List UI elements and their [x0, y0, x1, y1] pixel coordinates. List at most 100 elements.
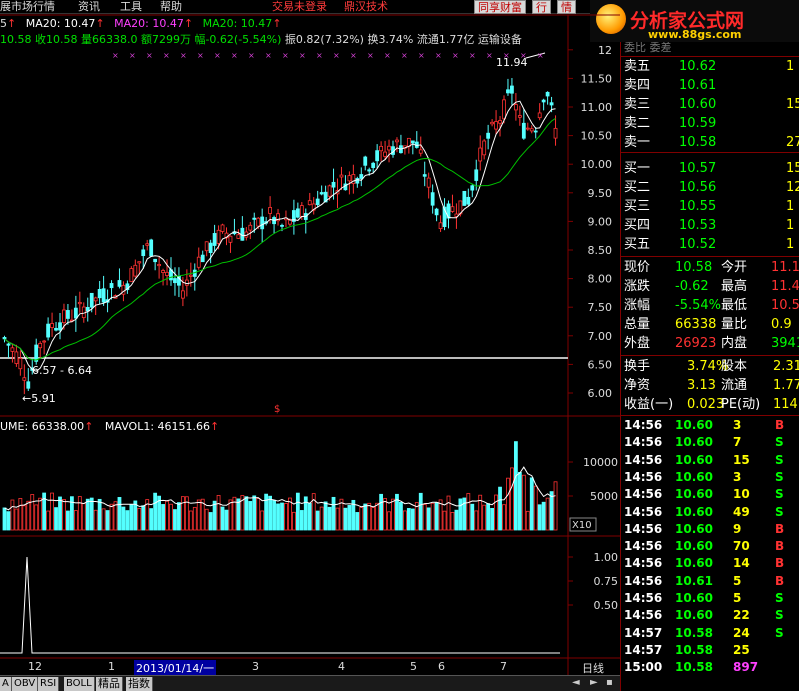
quote-row[interactable]: 外盘 26923 内盘 3941 — [621, 334, 799, 353]
signal-marker: × — [146, 51, 153, 60]
tab-index[interactable]: 指数 — [126, 677, 153, 691]
trade-row[interactable]: 14:56 10.60 15 S — [621, 451, 799, 469]
trade-volume: 70 — [733, 539, 750, 554]
volume-bar — [276, 503, 280, 531]
candle-body — [14, 351, 19, 364]
volume-bar — [169, 503, 173, 531]
price-tick-label: 9.50 — [588, 187, 613, 200]
candle-body — [260, 216, 265, 230]
orderbook-buy-row[interactable]: 买三 10.55 1 — [621, 197, 799, 216]
trade-row[interactable]: 14:56 10.60 10 S — [621, 485, 799, 503]
orderbook-sell-row[interactable]: 卖五 10.62 1 — [621, 57, 799, 76]
candle-body — [387, 145, 391, 151]
signal-marker: × — [537, 51, 544, 60]
volume-bar — [291, 511, 296, 531]
tab-premium[interactable]: 精品 — [96, 677, 123, 691]
volume-bar — [434, 502, 439, 531]
orderbook-price: 10.52 — [679, 237, 717, 252]
trade-row[interactable]: 14:56 10.60 3 S — [621, 468, 799, 486]
orderbook-buy-row[interactable]: 买四 10.53 1 — [621, 216, 799, 235]
candle-body — [486, 132, 491, 139]
fund-row[interactable]: 收益(一) 0.023 PE(动) 114 — [621, 395, 799, 414]
trade-row[interactable]: 14:57 10.58 25 — [621, 641, 799, 659]
orderbook-buy-row[interactable]: 买二 10.56 12 — [621, 178, 799, 197]
candle-body — [383, 151, 387, 157]
candle-body — [494, 121, 498, 130]
candle-body — [319, 192, 324, 195]
fund-label: 流通 — [721, 378, 748, 393]
trade-row[interactable]: 14:56 10.61 5 B — [621, 572, 799, 590]
quote-label: 外盘 — [624, 336, 651, 351]
volume-bar — [109, 503, 114, 531]
trade-row[interactable]: 15:00 10.58 897 — [621, 658, 799, 676]
volume-bar — [256, 498, 261, 531]
trade-volume: 14 — [733, 556, 750, 571]
scroll-left-icon[interactable]: ◄ — [572, 677, 580, 688]
quote-row[interactable]: 总量 66338 量比 0.9 — [621, 315, 799, 334]
ma-lines — [4, 100, 556, 372]
signal-marker: × — [401, 51, 408, 60]
quote-row[interactable]: 涨幅 -5.54% 最低 10.5 — [621, 296, 799, 315]
volume-bar — [343, 507, 348, 531]
chart-area[interactable]: 1211.5011.0010.5010.009.509.008.508.007.… — [0, 0, 620, 675]
orderbook-buy-row[interactable]: 买五 10.52 1 — [621, 235, 799, 254]
volume-bar — [216, 495, 221, 531]
volume-bar — [38, 497, 43, 531]
trade-row[interactable]: 14:57 10.58 24 S — [621, 624, 799, 642]
orderbook-volume: 1 — [786, 59, 795, 74]
orderbook-label: 卖五 — [624, 59, 651, 74]
fund-value: 2.31 — [773, 359, 799, 374]
candle-body — [549, 102, 554, 106]
volume-bar — [224, 509, 229, 531]
trade-row[interactable]: 14:56 10.60 7 S — [621, 433, 799, 451]
candle-body — [513, 104, 518, 111]
volume-bar — [129, 504, 134, 531]
quote-row[interactable]: 涨跌 -0.62 最高 11.4 — [621, 277, 799, 296]
candle-body — [510, 85, 514, 94]
tab-obv[interactable]: OBV — [12, 677, 39, 691]
orderbook-sell-row[interactable]: 卖四 10.61 — [621, 76, 799, 95]
period-label[interactable]: 日线 — [582, 660, 604, 676]
candle-body — [89, 292, 94, 308]
expand-icon[interactable]: ▪ — [606, 677, 613, 688]
candle-body — [38, 342, 43, 349]
orderbook-buy-row[interactable]: 买一 10.57 15 — [621, 159, 799, 178]
trade-row[interactable]: 14:56 10.60 9 B — [621, 520, 799, 538]
trade-row[interactable]: 14:56 10.60 49 S — [621, 503, 799, 521]
candle-body — [173, 278, 177, 284]
volume-bar — [482, 504, 487, 531]
signal-marker: × — [418, 51, 425, 60]
candle-body — [280, 224, 284, 227]
orderbook-sell-row[interactable]: 卖三 10.60 15 — [621, 95, 799, 114]
quote-row[interactable]: 现价 10.58 今开 11.1 — [621, 258, 799, 277]
price-tick-label: 9.00 — [588, 215, 613, 228]
trade-row[interactable]: 14:56 10.60 70 B — [621, 537, 799, 555]
orderbook-volume: 1 — [786, 237, 795, 252]
signal-marker: × — [231, 51, 238, 60]
trade-row[interactable]: 14:56 10.60 3 B — [621, 416, 799, 434]
volume-bar — [101, 508, 106, 531]
trade-row[interactable]: 14:56 10.60 5 S — [621, 589, 799, 607]
orderbook-price: 10.60 — [679, 97, 717, 112]
volume-bar — [458, 498, 463, 531]
tab-boll[interactable]: BOLL — [64, 677, 95, 691]
trade-side: S — [775, 608, 784, 623]
candle-body — [42, 340, 47, 343]
quote-value: -5.54% — [675, 298, 721, 313]
fund-row[interactable]: 换手 3.74% 股本 2.31 — [621, 357, 799, 376]
volume-bar — [446, 495, 451, 531]
fund-label: 股本 — [721, 359, 748, 374]
candle-body — [434, 208, 439, 216]
fund-row[interactable]: 净资 3.13 流通 1.77 — [621, 376, 799, 395]
orderbook-sell-row[interactable]: 卖一 10.58 27 — [621, 133, 799, 152]
trade-row[interactable]: 14:56 10.60 14 B — [621, 554, 799, 572]
orderbook-header: 委比 委差 — [624, 42, 672, 54]
orderbook-sell-row[interactable]: 卖二 10.59 — [621, 114, 799, 133]
scroll-right-icon[interactable]: ► — [590, 677, 598, 688]
signal-marker: × — [350, 51, 357, 60]
tab-a[interactable]: A — [0, 677, 12, 691]
volume-bar — [14, 508, 19, 531]
tab-rsi[interactable]: RSI — [38, 677, 60, 691]
trade-row[interactable]: 14:56 10.60 22 S — [621, 606, 799, 624]
volume-bar — [525, 510, 530, 531]
